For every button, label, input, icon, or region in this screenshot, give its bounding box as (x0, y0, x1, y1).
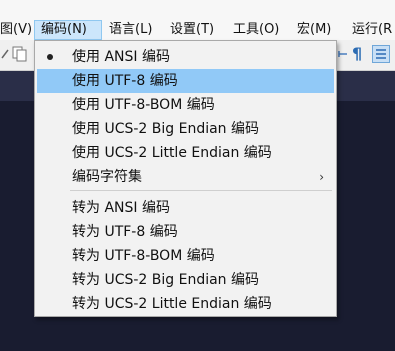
menu-item-convert-utf8-bom[interactable]: 转为 UTF-8-BOM 编码 (37, 244, 334, 268)
menu-item-label: 使用 UTF-8-BOM 编码 (72, 97, 215, 113)
menu-item-label: 转为 UCS-2 Big Endian 编码 (72, 272, 259, 288)
menu-item-use-utf8[interactable]: 使用 UTF-8 编码 (37, 69, 334, 93)
menu-item-label: 使用 UCS-2 Little Endian 编码 (72, 145, 272, 161)
menu-item-convert-ucs2-le[interactable]: 转为 UCS-2 Little Endian 编码 (37, 292, 334, 316)
menu-bar: 图(V) 编码(N) 语言(L) 设置(T) 工具(O) 宏(M) 运行(R (0, 0, 395, 40)
menu-item-label: 编码字符集 (72, 169, 142, 185)
menu-separator (70, 190, 332, 191)
menu-item-convert-ansi[interactable]: 转为 ANSI 编码 (37, 196, 334, 220)
menu-macro[interactable]: 宏(M) (297, 20, 331, 40)
indent-guide-icon[interactable] (372, 45, 390, 63)
show-all-characters-icon[interactable]: ¶ (352, 46, 364, 62)
menu-item-use-utf8-bom[interactable]: 使用 UTF-8-BOM 编码 (37, 93, 334, 117)
menu-item-use-ucs2-be[interactable]: 使用 UCS-2 Big Endian 编码 (37, 117, 334, 141)
menu-item-label: 使用 UCS-2 Big Endian 编码 (72, 121, 259, 137)
menu-run[interactable]: 运行(R (352, 20, 392, 40)
menu-encoding[interactable]: 编码(N) (34, 20, 102, 40)
menu-item-use-ucs2-le[interactable]: 使用 UCS-2 Little Endian 编码 (37, 141, 334, 165)
copy-icon[interactable] (12, 46, 27, 62)
menu-tools[interactable]: 工具(O) (233, 20, 279, 40)
encoding-dropdown-menu: 使用 ANSI 编码 使用 UTF-8 编码 使用 UTF-8-BOM 编码 使… (34, 40, 337, 317)
menu-item-label: 使用 UTF-8 编码 (72, 73, 178, 89)
menu-item-label: 转为 UTF-8-BOM 编码 (72, 248, 215, 264)
menu-item-charset-submenu[interactable]: 编码字符集 › (37, 165, 334, 189)
menu-item-label: 使用 ANSI 编码 (72, 49, 170, 65)
chevron-right-icon: › (319, 170, 324, 184)
menu-item-convert-ucs2-be[interactable]: 转为 UCS-2 Big Endian 编码 (37, 268, 334, 292)
menu-item-convert-utf8[interactable]: 转为 UTF-8 编码 (37, 220, 334, 244)
menu-settings[interactable]: 设置(T) (170, 20, 214, 40)
menu-item-label: 转为 ANSI 编码 (72, 200, 170, 216)
checked-bullet-icon (47, 54, 53, 60)
menu-item-use-ansi[interactable]: 使用 ANSI 编码 (37, 45, 334, 69)
menu-view[interactable]: 图(V) (0, 20, 32, 40)
wrap-icon[interactable] (338, 46, 350, 62)
menu-language[interactable]: 语言(L) (109, 20, 152, 40)
menu-item-label: 转为 UTF-8 编码 (72, 224, 178, 240)
menu-item-label: 转为 UCS-2 Little Endian 编码 (72, 296, 272, 312)
